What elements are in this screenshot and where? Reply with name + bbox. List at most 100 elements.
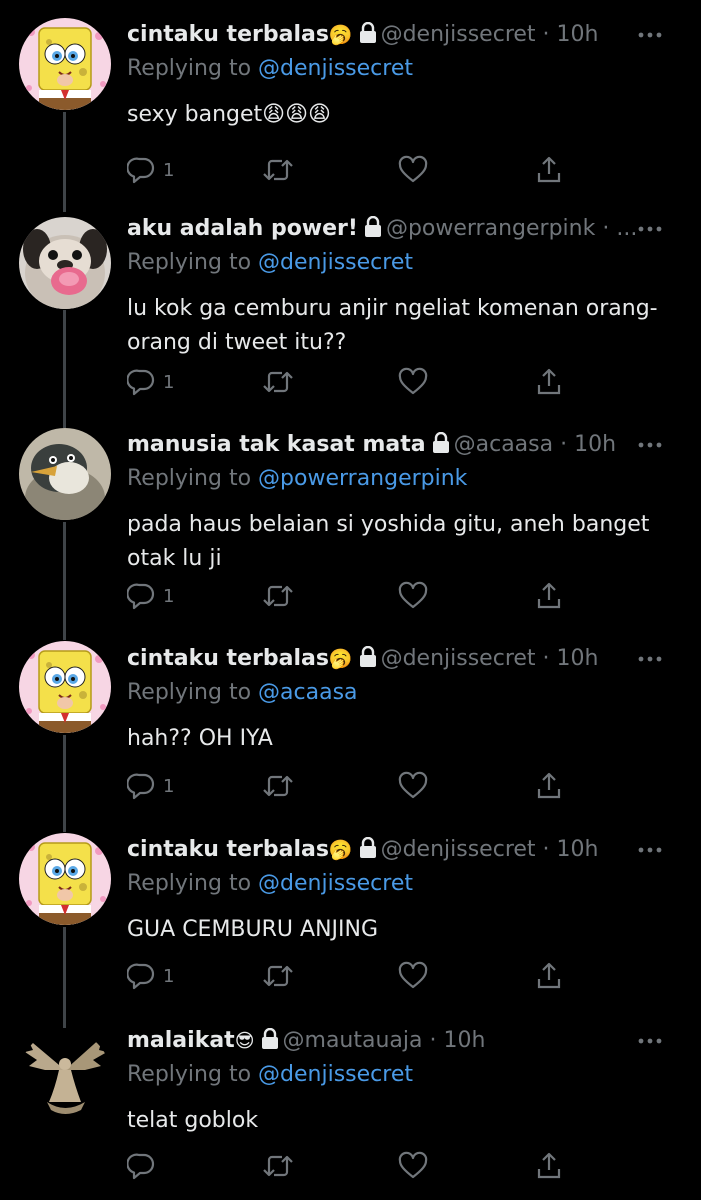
user-handle[interactable]: @mautauaja <box>283 1028 423 1053</box>
replying-to-handle[interactable]: @denjissecret <box>258 871 413 896</box>
retweet-button[interactable] <box>262 768 294 804</box>
replying-to-handle[interactable]: @powerrangerpink <box>258 466 467 491</box>
reply-button[interactable]: 1 <box>127 958 174 994</box>
like-button[interactable] <box>398 152 428 188</box>
share-icon <box>534 771 564 801</box>
display-name[interactable]: cintaku terbalas <box>127 22 329 47</box>
replying-to-line: Replying to @denjissecret <box>127 246 413 280</box>
timestamp[interactable]: 10h <box>574 432 616 457</box>
replying-to-label: Replying to <box>127 1062 252 1087</box>
like-button[interactable] <box>398 578 428 614</box>
replying-to-line: Replying to @denjissecret <box>127 867 413 901</box>
tweet-actions: 1 <box>127 768 577 804</box>
tweet-text: lu kok ga cemburu anjir ngeliat komenan … <box>127 296 658 355</box>
display-name[interactable]: malaikat <box>127 1028 235 1053</box>
display-name[interactable]: manusia tak kasat mata <box>127 432 426 457</box>
reply-button[interactable]: 1 <box>127 152 174 188</box>
name-emoji: 🥱 <box>328 24 353 46</box>
display-name[interactable]: cintaku terbalas <box>127 837 329 862</box>
retweet-button[interactable] <box>262 958 294 994</box>
reply-count: 1 <box>163 159 175 181</box>
replying-to-line: Replying to @denjissecret <box>127 52 413 86</box>
share-button[interactable] <box>534 152 564 188</box>
retweet-icon <box>262 771 294 801</box>
tweet-text: pada haus belaian si yoshida gitu, aneh … <box>127 512 657 571</box>
separator-dot: · <box>542 22 550 47</box>
user-handle[interactable]: @denjissecret <box>381 22 536 47</box>
like-button[interactable] <box>398 1148 428 1184</box>
like-button[interactable] <box>398 364 428 400</box>
more-icon[interactable] <box>637 212 663 246</box>
retweet-button[interactable] <box>262 1148 294 1184</box>
share-button[interactable] <box>534 364 564 400</box>
reply-button[interactable] <box>127 1148 157 1184</box>
timestamp[interactable]: 10h <box>557 646 599 671</box>
reply-icon <box>127 155 157 185</box>
retweet-icon <box>262 155 294 185</box>
retweet-button[interactable] <box>262 364 294 400</box>
reply-button[interactable]: 1 <box>127 578 174 614</box>
replying-to-line: Replying to @denjissecret <box>127 1058 413 1092</box>
share-button[interactable] <box>534 768 564 804</box>
reply-count: 1 <box>163 965 175 987</box>
timestamp[interactable]: 10h <box>557 22 599 47</box>
retweet-icon <box>262 961 294 991</box>
tweet: cintaku terbalas🥱 @denjissecret · 10h Repl… <box>0 642 701 808</box>
retweet-button[interactable] <box>262 152 294 188</box>
lock-icon <box>359 21 377 55</box>
user-handle[interactable]: @denjissecret <box>381 646 536 671</box>
reply-button[interactable]: 1 <box>127 768 174 804</box>
user-handle[interactable]: @powerrangerpink <box>386 216 595 241</box>
retweet-button[interactable] <box>262 578 294 614</box>
timestamp[interactable]: ... <box>616 216 637 241</box>
more-icon[interactable] <box>637 833 663 867</box>
display-name[interactable]: cintaku terbalas <box>127 646 329 671</box>
tweet-actions <box>127 1148 577 1184</box>
heart-icon <box>398 155 428 185</box>
replying-to-handle[interactable]: @denjissecret <box>258 56 413 81</box>
more-icon[interactable] <box>637 1024 663 1058</box>
share-button[interactable] <box>534 1148 564 1184</box>
reply-timeline: cintaku terbalas🥱 @denjissecret · 10h Repl… <box>0 0 701 1200</box>
heart-icon <box>398 961 428 991</box>
share-button[interactable] <box>534 578 564 614</box>
timestamp[interactable]: 10h <box>444 1028 486 1053</box>
name-emoji: 🥱 <box>328 839 353 861</box>
user-handle[interactable]: @denjissecret <box>381 837 536 862</box>
lock-icon <box>359 836 377 870</box>
retweet-icon <box>262 1151 294 1181</box>
display-name[interactable]: aku adalah power! <box>127 216 358 241</box>
reply-icon <box>127 367 157 397</box>
reply-button[interactable]: 1 <box>127 364 174 400</box>
tweet-header: manusia tak kasat mata @acaasa · 10h <box>127 428 616 462</box>
separator-dot: · <box>542 646 550 671</box>
share-icon <box>534 581 564 611</box>
replying-to-handle[interactable]: @denjissecret <box>258 250 413 275</box>
heart-icon <box>398 367 428 397</box>
more-icon[interactable] <box>637 428 663 462</box>
user-handle[interactable]: @acaasa <box>454 432 553 457</box>
more-icon[interactable] <box>637 18 663 52</box>
tweet: malaikat😎 @mautauaja · 10h Replying to @de… <box>0 1024 701 1188</box>
tweet-actions: 1 <box>127 364 577 400</box>
share-button[interactable] <box>534 958 564 994</box>
replying-to-handle[interactable]: @denjissecret <box>258 1062 413 1087</box>
lock-icon <box>359 645 377 679</box>
replying-to-label: Replying to <box>127 250 252 275</box>
like-button[interactable] <box>398 958 428 994</box>
more-icon[interactable] <box>637 642 663 676</box>
name-emoji: 😎 <box>234 1030 255 1052</box>
lock-icon <box>364 215 382 249</box>
tweet: manusia tak kasat mata @acaasa · 10h Reply… <box>0 428 701 618</box>
tweet-header: cintaku terbalas🥱 @denjissecret · 10h <box>127 642 598 676</box>
replying-to-handle[interactable]: @acaasa <box>258 680 357 705</box>
tweet-actions: 1 <box>127 578 577 614</box>
replying-to-label: Replying to <box>127 466 252 491</box>
timestamp[interactable]: 10h <box>557 837 599 862</box>
reply-count: 1 <box>163 775 175 797</box>
tweet: aku adalah power! @powerrangerpink · ... R… <box>0 212 701 404</box>
separator-dot: · <box>560 432 568 457</box>
tweet-header: aku adalah power! @powerrangerpink · ... <box>127 212 637 246</box>
separator-dot: · <box>602 216 610 241</box>
like-button[interactable] <box>398 768 428 804</box>
